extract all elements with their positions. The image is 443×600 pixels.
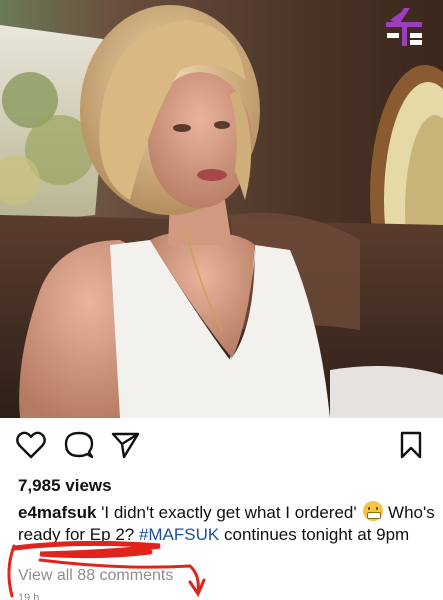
share-button[interactable]: [108, 428, 142, 462]
view-all-comments-link[interactable]: View all 88 comments: [18, 567, 173, 585]
comment-icon: [64, 431, 94, 459]
post-photo: [0, 0, 443, 418]
caption-username[interactable]: e4mafsuk: [18, 503, 96, 522]
heart-icon: [16, 431, 46, 459]
comment-button[interactable]: [62, 428, 96, 462]
caption-text-3: continues tonight at 9pm: [219, 525, 410, 544]
channel-4-logo-icon: [384, 6, 424, 48]
save-button[interactable]: [394, 428, 428, 462]
bookmark-icon: [400, 431, 422, 459]
like-button[interactable]: [14, 428, 48, 462]
hashtag-link[interactable]: #MAFSUK: [139, 525, 219, 544]
view-count: 7,985 views: [18, 476, 112, 495]
post-actions-bar: [0, 428, 443, 468]
post-caption: e4mafsuk 'I didn't exactly get what I or…: [18, 501, 436, 546]
grimacing-face-emoji-icon: [363, 501, 384, 521]
post-media[interactable]: [0, 0, 443, 418]
post-timestamp: 19 h: [18, 592, 40, 600]
caption-text: 'I didn't exactly get what I ordered': [96, 503, 362, 522]
send-icon: [111, 432, 140, 459]
